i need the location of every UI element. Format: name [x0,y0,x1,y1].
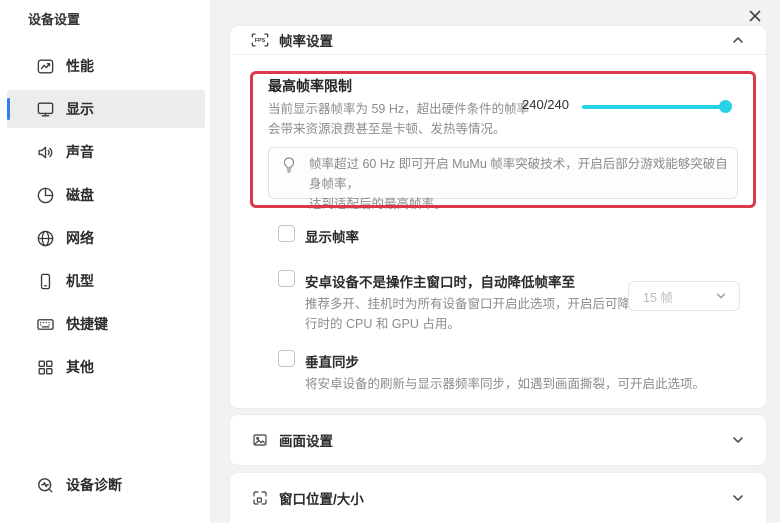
framerate-dropdown-value: 15 帧 [643,287,673,306]
window-size-icon [251,490,269,506]
vsync-checkbox[interactable] [278,350,295,367]
sidebar-item-other[interactable]: 其他 [0,348,210,386]
picture-section-header[interactable]: 画面设置 [230,415,766,465]
sidebar: 性能 显示 声音 磁盘 网络 [0,0,210,523]
framerate-section-header[interactable]: FPS 帧率设置 [230,26,766,55]
sound-icon [36,143,55,162]
window-position-section-header[interactable]: 窗口位置/大小 [230,473,766,523]
window-position-section: 窗口位置/大小 [230,473,766,523]
framerate-value: 240/240 [522,97,578,112]
show-framerate-checkbox[interactable] [278,225,295,242]
disk-icon [36,186,55,205]
sidebar-item-network[interactable]: 网络 [0,219,210,257]
max-framerate-description: 当前显示器帧率为 59 Hz，超出硬件条件的帧率 会带来资源浪费甚至是卡顿、发热… [268,99,529,139]
max-framerate-title: 最高帧率限制 [268,76,352,96]
framerate-section: FPS 帧率设置 最高帧率限制 当前显示器帧率为 59 Hz，超出硬件条件的帧率… [230,26,766,408]
chevron-down-icon [715,290,727,302]
diagnosis-icon [36,476,55,495]
show-framerate-label[interactable]: 显示帧率 [305,226,359,246]
slider-handle[interactable] [719,100,732,113]
fps-icon: FPS [251,32,269,48]
window-title: 设备设置 [28,9,80,28]
device-model-icon [36,272,55,291]
sidebar-item-performance[interactable]: 性能 [0,47,210,85]
sidebar-item-label: 机型 [66,271,94,291]
sidebar-item-device-model[interactable]: 机型 [0,262,210,300]
lightbulb-icon [282,157,296,173]
sidebar-item-label: 其他 [66,357,94,377]
auto-lower-framerate-description: 推荐多开、挂机时为所有设备窗口开启此选项，开启后可降低运 行时的 CPU 和 G… [305,294,655,334]
close-button[interactable] [742,4,768,28]
svg-text:FPS: FPS [255,38,266,44]
vsync-label[interactable]: 垂直同步 [305,351,359,371]
sidebar-item-disk[interactable]: 磁盘 [0,176,210,214]
chevron-down-icon[interactable] [731,433,745,447]
sidebar-item-label: 快捷键 [66,314,108,334]
network-icon [36,229,55,248]
chevron-up-icon[interactable] [731,33,745,47]
sidebar-item-sound[interactable]: 声音 [0,133,210,171]
chevron-down-icon[interactable] [731,491,745,505]
display-icon [36,100,55,119]
auto-lower-framerate-checkbox[interactable] [278,270,295,287]
section-title: 窗口位置/大小 [279,488,364,508]
sidebar-item-label: 显示 [66,99,94,119]
framerate-slider[interactable] [582,98,728,114]
section-title: 帧率设置 [279,30,333,50]
close-icon [748,9,762,23]
auto-lower-framerate-label[interactable]: 安卓设备不是操作主窗口时，自动降低帧率至 [305,271,575,291]
framerate-dropdown[interactable]: 15 帧 [628,281,740,311]
vsync-description: 将安卓设备的刷新与显示器频率同步，如遇到画面撕裂，可开启此选项。 [305,374,705,394]
shortcut-icon [36,315,55,334]
tip-text: 帧率超过 60 Hz 即可开启 MuMu 帧率突破技术，开启后部分游戏能够突破自… [309,154,737,214]
sidebar-item-label: 网络 [66,228,94,248]
picture-section: 画面设置 [230,415,766,465]
sidebar-item-label: 设备诊断 [66,475,122,495]
sidebar-item-diagnosis[interactable]: 设备诊断 [0,466,210,504]
sidebar-item-label: 声音 [66,142,94,162]
slider-fill [582,105,728,109]
sidebar-item-display[interactable]: 显示 [7,90,205,128]
section-title: 画面设置 [279,430,333,450]
framerate-tip-box: 帧率超过 60 Hz 即可开启 MuMu 帧率突破技术，开启后部分游戏能够突破自… [268,147,738,199]
picture-icon [251,432,269,448]
settings-content: FPS 帧率设置 最高帧率限制 当前显示器帧率为 59 Hz，超出硬件条件的帧率… [230,0,766,523]
sidebar-item-label: 磁盘 [66,185,94,205]
sidebar-item-shortcuts[interactable]: 快捷键 [0,305,210,343]
sidebar-item-label: 性能 [66,56,94,76]
performance-icon [36,57,55,76]
sidebar-nav: 性能 显示 声音 磁盘 网络 [0,47,210,391]
other-icon [36,358,55,377]
